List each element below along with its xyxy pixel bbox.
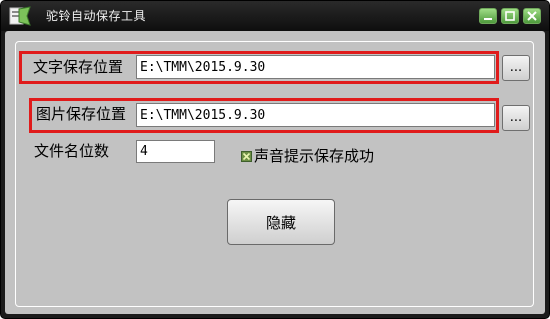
image-save-location-input[interactable]	[136, 103, 495, 127]
check-mark-icon	[242, 152, 251, 161]
settings-group	[15, 41, 534, 307]
image-location-browse-button[interactable]: ...	[502, 105, 530, 131]
minimize-button[interactable]	[479, 8, 497, 24]
sound-notify-checkbox[interactable]	[241, 151, 252, 162]
filename-digits-label: 文件名位数	[34, 142, 110, 160]
text-save-location-label: 文字保存位置	[33, 58, 124, 76]
image-save-location-label: 图片保存位置	[36, 105, 127, 123]
app-logo-icon	[9, 6, 31, 26]
minimize-icon	[484, 18, 492, 20]
close-icon	[527, 11, 537, 21]
close-button[interactable]	[523, 8, 541, 24]
sound-notify-label[interactable]: 声音提示保存成功	[254, 146, 374, 166]
app-window: 驼铃自动保存工具 文字保存位置 ... 图片保存位置 ...	[0, 0, 550, 319]
title-bar[interactable]: 驼铃自动保存工具	[1, 1, 549, 31]
hide-button[interactable]: 隐藏	[227, 199, 335, 245]
text-save-location-input[interactable]	[136, 55, 495, 79]
maximize-button[interactable]	[501, 8, 519, 24]
text-location-browse-button[interactable]: ...	[502, 55, 530, 81]
maximize-icon	[505, 11, 515, 21]
client-area: 文字保存位置 ... 图片保存位置 ... 文件名位数 声音提示保存成功 隐藏	[5, 31, 545, 314]
window-title: 驼铃自动保存工具	[46, 9, 147, 23]
filename-digits-input[interactable]	[136, 140, 215, 163]
